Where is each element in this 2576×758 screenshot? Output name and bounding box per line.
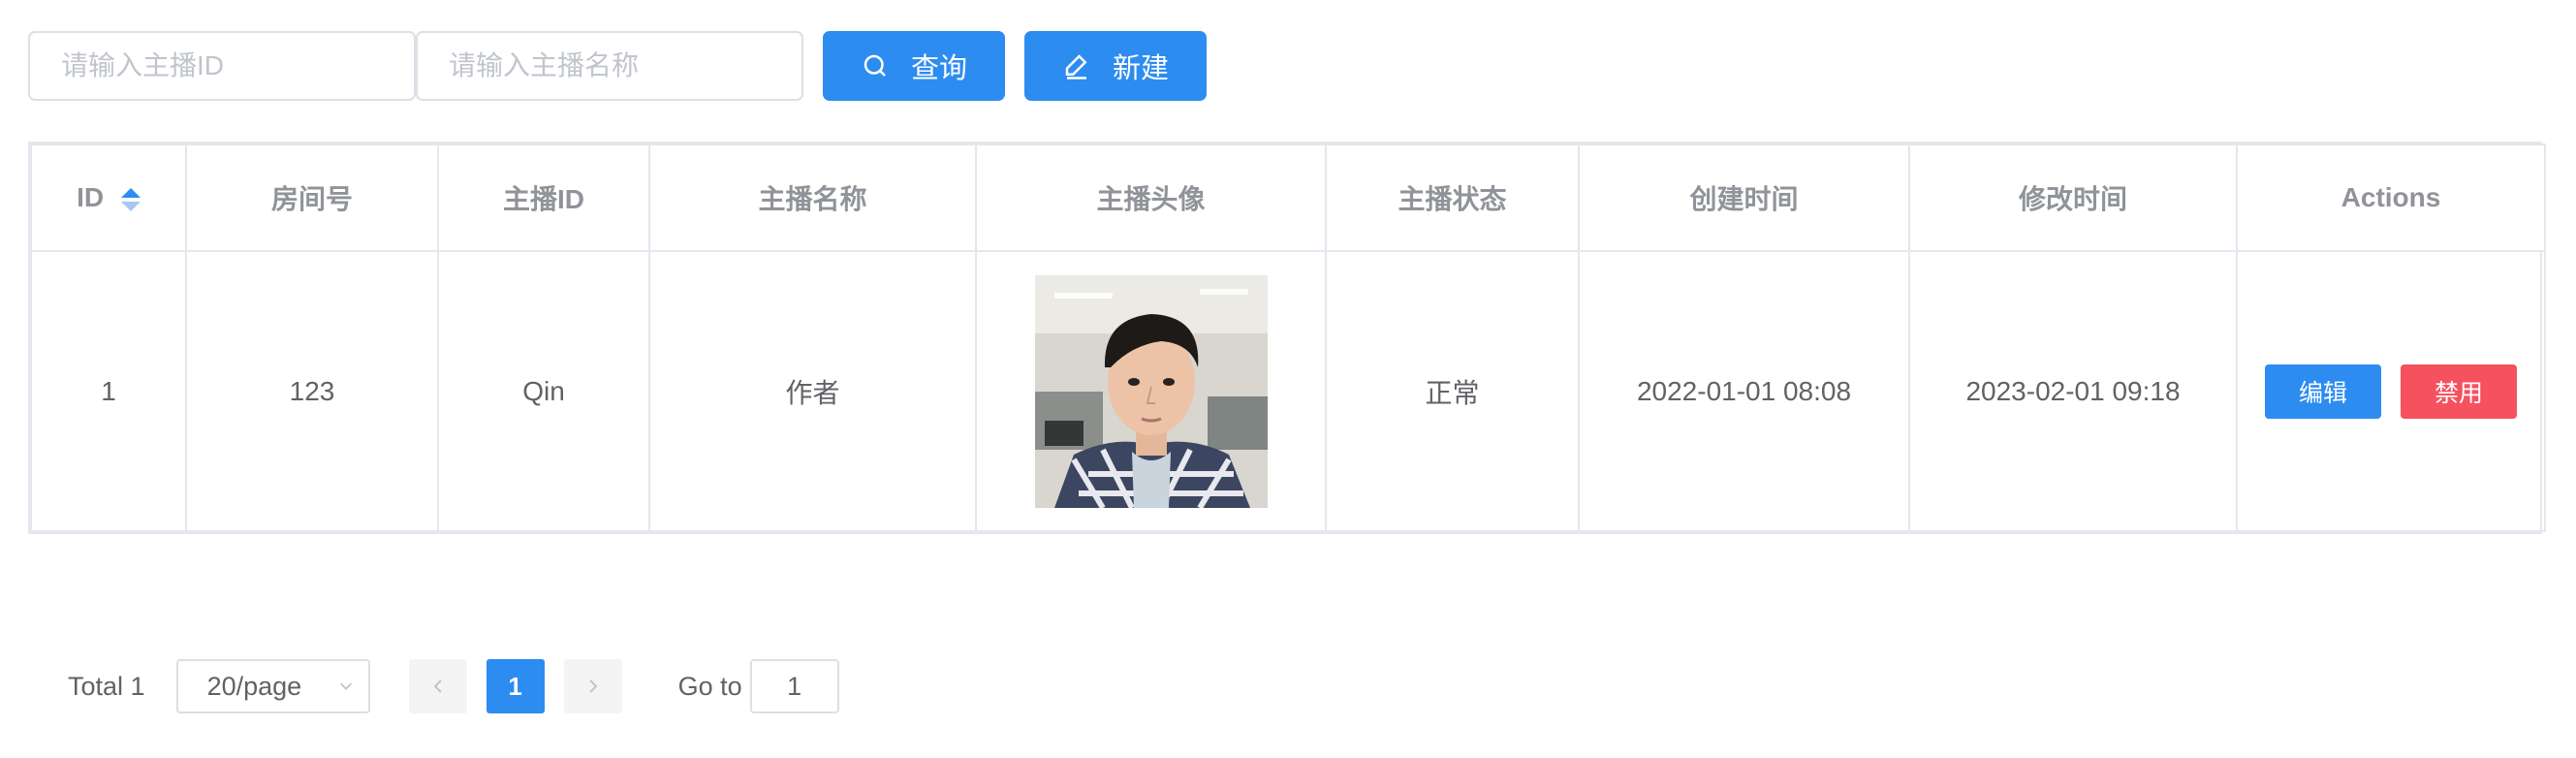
prev-page-button[interactable]	[408, 659, 467, 713]
goto-page-input[interactable]	[749, 659, 839, 713]
column-header-updated-at: 修改时间	[1908, 143, 2238, 252]
edit-button[interactable]: 编辑	[2265, 363, 2381, 419]
cell-updated-at: 2023-02-01 09:18	[1908, 250, 2238, 532]
chevron-down-icon	[339, 682, 352, 690]
search-icon	[864, 54, 886, 77]
column-header-id-label: ID	[77, 182, 105, 212]
cell-room-no: 123	[185, 250, 439, 532]
cell-anchor-id: Qin	[437, 250, 650, 532]
anchor-avatar-image	[1034, 274, 1268, 508]
pagination: Total 1 20/page 1 Go to	[68, 659, 839, 713]
create-button[interactable]: 新建	[1024, 31, 1207, 101]
column-header-actions: Actions	[2236, 143, 2546, 252]
cell-anchor-name: 作者	[648, 250, 977, 532]
column-header-status: 主播状态	[1325, 143, 1580, 252]
create-button-label: 新建	[1112, 53, 1169, 84]
table-header-row: ID 房间号 主播ID 主播名称 主播头像 主播状态 创建时间 修改时间 Act…	[30, 143, 2546, 252]
disable-button[interactable]: 禁用	[2401, 363, 2517, 419]
pagination-total: Total 1	[68, 671, 145, 701]
toolbar: 查询 新建	[28, 31, 1207, 101]
cell-actions: 编辑 禁用	[2236, 250, 2546, 532]
cell-avatar	[975, 250, 1327, 532]
page-size-select[interactable]: 20/page	[175, 659, 370, 713]
anchor-name-input[interactable]	[416, 31, 803, 101]
page-number-current[interactable]: 1	[486, 659, 545, 713]
next-page-button[interactable]	[563, 659, 622, 713]
chevron-right-icon	[588, 679, 597, 693]
column-header-room-no: 房间号	[185, 143, 439, 252]
page-size-value: 20/page	[206, 671, 302, 701]
cell-id: 1	[30, 250, 187, 532]
column-header-avatar: 主播头像	[975, 143, 1327, 252]
cell-created-at: 2022-01-01 08:08	[1578, 250, 1910, 532]
query-button[interactable]: 查询	[823, 31, 1005, 101]
column-header-anchor-name: 主播名称	[648, 143, 977, 252]
table-row: 1 123 Qin 作者 正常 2022-01-01 08:08 2023-02…	[30, 250, 2546, 532]
cell-status: 正常	[1325, 250, 1580, 532]
column-header-created-at: 创建时间	[1578, 143, 1910, 252]
query-button-label: 查询	[910, 53, 967, 84]
anchor-table: ID 房间号 主播ID 主播名称 主播头像 主播状态 创建时间 修改时间 Act…	[28, 142, 2546, 534]
edit-icon	[1065, 54, 1087, 79]
sort-caret-icon[interactable]	[120, 186, 141, 213]
column-header-id[interactable]: ID	[30, 143, 187, 252]
goto-label: Go to	[677, 671, 742, 701]
column-header-anchor-id: 主播ID	[437, 143, 650, 252]
chevron-left-icon	[433, 679, 442, 693]
anchor-id-input[interactable]	[28, 31, 416, 101]
